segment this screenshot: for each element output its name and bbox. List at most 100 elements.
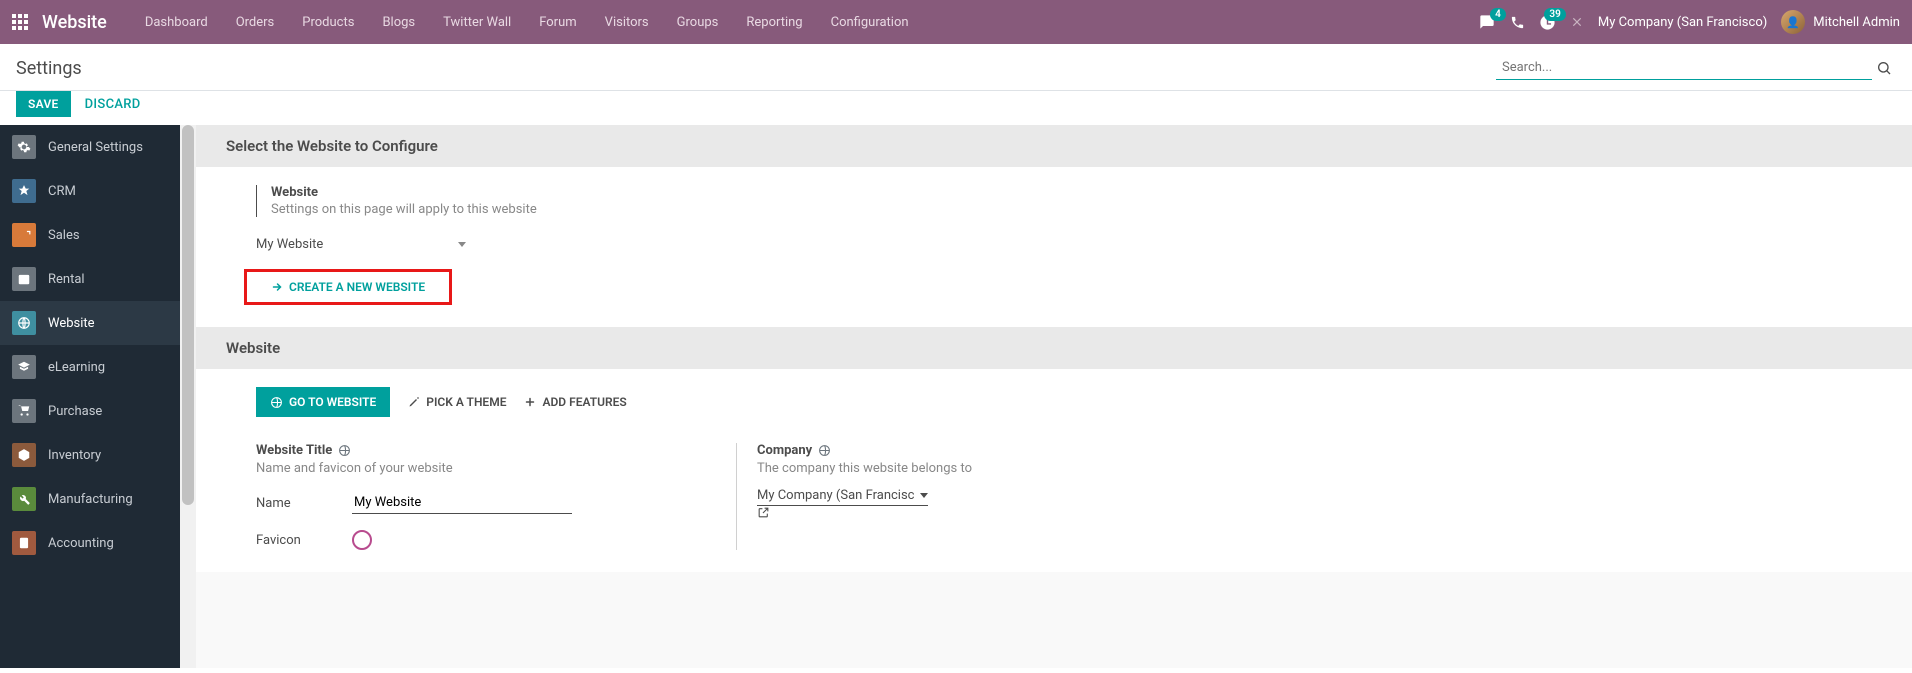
add-features-label: ADD FEATURES <box>542 395 626 409</box>
menu-dashboard[interactable]: Dashboard <box>131 15 222 30</box>
page-title: Settings <box>16 56 82 79</box>
control-panel: Settings <box>0 44 1912 91</box>
top-navbar: Website Dashboard Orders Products Blogs … <box>0 0 1912 44</box>
globe-icon <box>818 444 831 457</box>
section-body-website: GO TO WEBSITE PICK A THEME ADD FEATURES … <box>196 369 1912 572</box>
sidebar-item-label: Accounting <box>48 536 114 551</box>
sidebar-item-label: eLearning <box>48 360 105 375</box>
wrench-icon <box>12 487 36 511</box>
gear-icon <box>12 135 36 159</box>
menu-products[interactable]: Products <box>288 15 368 30</box>
menu-orders[interactable]: Orders <box>222 15 289 30</box>
sidebar-item-accounting[interactable]: Accounting <box>0 521 180 565</box>
sidebar-item-label: Website <box>48 316 95 331</box>
search-wrap <box>1496 56 1896 80</box>
company-select[interactable]: My Company (San Francisc <box>757 486 928 506</box>
close-icon[interactable] <box>1570 15 1584 29</box>
website-selected-value: My Website <box>256 237 323 252</box>
go-to-website-label: GO TO WEBSITE <box>289 395 376 409</box>
cart-icon <box>12 399 36 423</box>
globe-icon <box>270 396 283 409</box>
sidebar-item-label: Manufacturing <box>48 492 133 507</box>
website-field-label: Website <box>271 185 1912 200</box>
external-link-icon[interactable] <box>757 506 1196 519</box>
sidebar-item-label: CRM <box>48 184 76 199</box>
sidebar-item-label: Sales <box>48 228 80 243</box>
create-website-highlight: CREATE A NEW WEBSITE <box>244 269 452 305</box>
scrollbar-thumb[interactable] <box>182 125 194 505</box>
settings-content: Select the Website to Configure Website … <box>196 125 1912 668</box>
name-input[interactable] <box>352 492 572 514</box>
brand-title[interactable]: Website <box>42 12 107 33</box>
create-website-button[interactable]: CREATE A NEW WEBSITE <box>271 280 425 294</box>
main-menu: Dashboard Orders Products Blogs Twitter … <box>131 15 923 30</box>
menu-visitors[interactable]: Visitors <box>591 15 663 30</box>
user-menu[interactable]: 👤 Mitchell Admin <box>1781 10 1900 34</box>
favicon-upload[interactable] <box>352 530 372 550</box>
go-to-website-button[interactable]: GO TO WEBSITE <box>256 387 390 417</box>
graduation-icon <box>12 355 36 379</box>
sidebar-item-website[interactable]: Website <box>0 301 180 345</box>
settings-sidebar: General Settings CRM Sales Rental Websit… <box>0 125 180 668</box>
save-button[interactable]: SAVE <box>16 91 71 117</box>
sidebar-item-inventory[interactable]: Inventory <box>0 433 180 477</box>
avatar: 👤 <box>1781 10 1805 34</box>
calendar-icon <box>12 267 36 291</box>
sidebar-item-rental[interactable]: Rental <box>0 257 180 301</box>
navbar-right: 4 39 My Company (San Francisco) 👤 Mitche… <box>1478 10 1900 34</box>
company-selector[interactable]: My Company (San Francisco) <box>1598 15 1767 30</box>
sidebar-item-sales[interactable]: Sales <box>0 213 180 257</box>
phone-icon[interactable] <box>1510 15 1525 30</box>
user-name: Mitchell Admin <box>1813 15 1900 30</box>
arrow-right-icon <box>271 281 283 293</box>
company-value: My Company (San Francisc <box>757 488 914 503</box>
sidebar-item-crm[interactable]: CRM <box>0 169 180 213</box>
discard-button[interactable]: DISCARD <box>85 97 141 112</box>
sidebar-item-general-settings[interactable]: General Settings <box>0 125 180 169</box>
sidebar-scrollbar[interactable] <box>180 125 196 668</box>
website-actions: GO TO WEBSITE PICK A THEME ADD FEATURES <box>256 387 1912 417</box>
website-title-desc: Name and favicon of your website <box>256 461 716 476</box>
box-icon <box>12 443 36 467</box>
pick-theme-label: PICK A THEME <box>426 395 506 409</box>
pencil-icon <box>408 396 420 408</box>
main-area: General Settings CRM Sales Rental Websit… <box>0 125 1912 668</box>
section-body-select: Website Settings on this page will apply… <box>196 167 1912 327</box>
sidebar-item-purchase[interactable]: Purchase <box>0 389 180 433</box>
menu-reporting[interactable]: Reporting <box>732 15 816 30</box>
menu-forum[interactable]: Forum <box>525 15 590 30</box>
globe-icon <box>338 444 351 457</box>
messages-icon[interactable]: 4 <box>1478 14 1496 30</box>
website-select[interactable]: My Website <box>256 233 466 257</box>
add-features-button[interactable]: ADD FEATURES <box>524 395 626 409</box>
sidebar-item-manufacturing[interactable]: Manufacturing <box>0 477 180 521</box>
search-button[interactable] <box>1872 56 1896 80</box>
company-label: Company <box>757 443 812 458</box>
menu-configuration[interactable]: Configuration <box>817 15 923 30</box>
menu-blogs[interactable]: Blogs <box>368 15 429 30</box>
favicon-label: Favicon <box>256 533 352 548</box>
name-label: Name <box>256 496 352 511</box>
sidebar-item-label: General Settings <box>48 140 143 155</box>
calculator-icon <box>12 531 36 555</box>
sidebar-item-label: Purchase <box>48 404 102 419</box>
company-desc: The company this website belongs to <box>757 461 1196 476</box>
section-header-website: Website <box>196 327 1912 369</box>
section-header-select: Select the Website to Configure <box>196 125 1912 167</box>
sidebar-item-elearning[interactable]: eLearning <box>0 345 180 389</box>
sidebar-item-label: Inventory <box>48 448 101 463</box>
handshake-icon <box>12 179 36 203</box>
menu-twitter-wall[interactable]: Twitter Wall <box>429 15 525 30</box>
menu-groups[interactable]: Groups <box>663 15 733 30</box>
activities-icon[interactable]: 39 <box>1539 14 1556 31</box>
website-title-label: Website Title <box>256 443 332 458</box>
chevron-down-icon <box>920 493 928 498</box>
sidebar-item-label: Rental <box>48 272 85 287</box>
create-website-label: CREATE A NEW WEBSITE <box>289 280 425 294</box>
apps-icon[interactable] <box>12 14 28 30</box>
globe-icon <box>12 311 36 335</box>
col-company: Company The company this website belongs… <box>736 443 1216 550</box>
search-input[interactable] <box>1496 56 1872 80</box>
col-website-title: Website Title Name and favicon of your w… <box>256 443 736 550</box>
pick-theme-button[interactable]: PICK A THEME <box>408 395 506 409</box>
